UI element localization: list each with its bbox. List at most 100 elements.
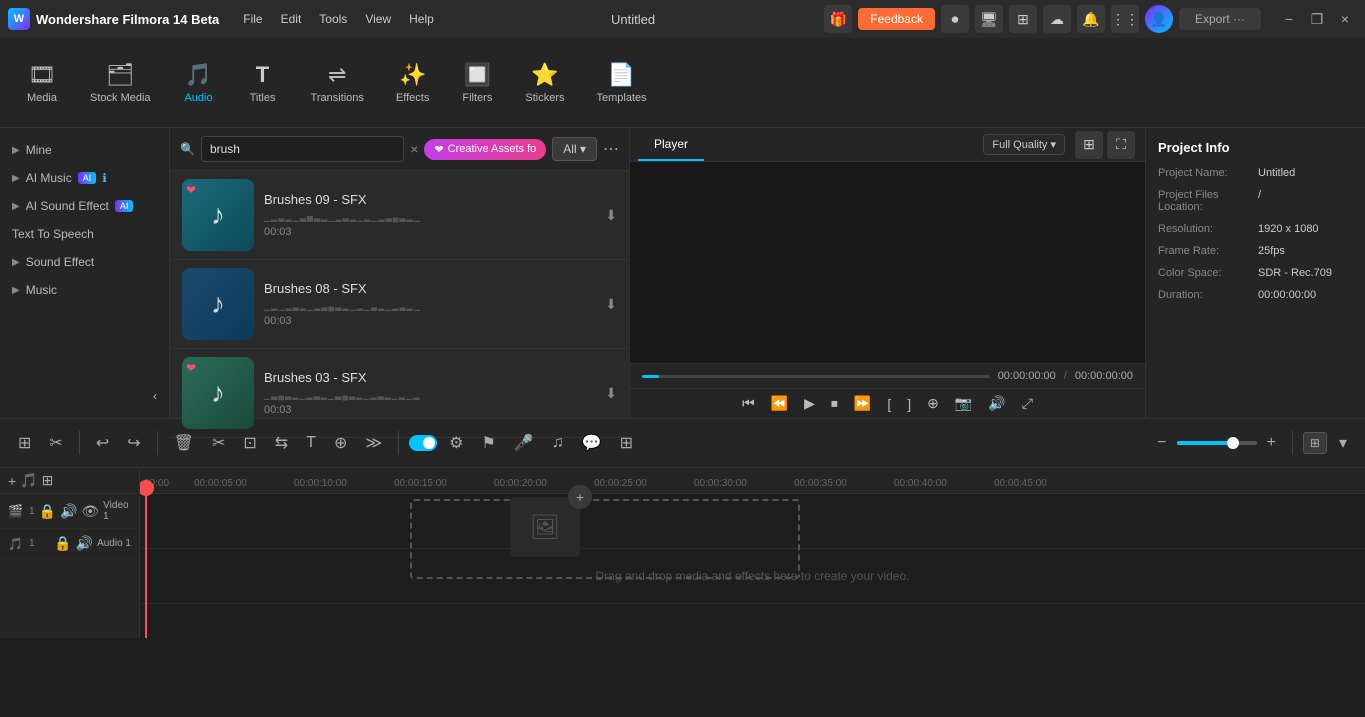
mute-audio-button[interactable]: 🔊: [76, 535, 93, 552]
tab-player[interactable]: Player: [638, 129, 704, 161]
rewind-button[interactable]: ⏮: [738, 393, 759, 414]
split-audio-button[interactable]: ⇆: [269, 429, 294, 457]
menu-help[interactable]: Help: [401, 8, 442, 30]
menu-edit[interactable]: Edit: [273, 8, 310, 30]
sidebar-item-sound-effect[interactable]: ▶ Sound Effect: [0, 248, 169, 276]
result-item-brushes03[interactable]: ❤ ♪ Brushes 03 - SFX ▁▃▄▃▂▁▂▃▂▁▃▄▃▂▁▂▃▂▁…: [170, 349, 629, 438]
crop-button[interactable]: ⊡: [237, 429, 262, 457]
result-item-brushes08[interactable]: ♪ Brushes 08 - SFX ▁▂▁▂▃▂▁▂▃▄▃▂▁▂▁▃▂▁▂▃▂…: [170, 260, 629, 349]
clip-button[interactable]: ⊕: [923, 393, 943, 414]
fullscreen-icon[interactable]: ⛶: [1107, 131, 1135, 159]
toolbar-filters-label: Filters: [462, 92, 492, 104]
screen-icon[interactable]: 🖥: [975, 5, 1003, 33]
playback-progress-bar[interactable]: [642, 375, 990, 378]
mic-button[interactable]: 🎤: [508, 429, 540, 457]
gift-icon[interactable]: 🎁: [824, 5, 852, 33]
sidebar-item-mine[interactable]: ▶ Mine: [0, 136, 169, 164]
maximize-button[interactable]: ❐: [1305, 7, 1329, 31]
zoom-out-button[interactable]: −: [1151, 430, 1172, 456]
sidebar-item-ai-sound-effect[interactable]: ▶ AI Sound Effect AI: [0, 192, 169, 220]
sidebar-item-text-to-speech[interactable]: Text To Speech: [0, 220, 169, 248]
step-forward-button[interactable]: ⏩: [850, 393, 875, 414]
sidebar-item-ai-music-label: AI Music: [26, 171, 72, 185]
timeline-mode-button[interactable]: ⊞: [42, 472, 54, 489]
step-back-button[interactable]: ⏪: [767, 393, 792, 414]
close-button[interactable]: ×: [1333, 7, 1357, 31]
sidebar-item-music[interactable]: ▶ Music: [0, 276, 169, 304]
creative-assets-badge[interactable]: ❤ Creative Assets fo: [424, 139, 546, 160]
grid-view-button[interactable]: ⊞: [1303, 432, 1327, 454]
sidebar-item-ai-music[interactable]: ▶ AI Music AI ℹ: [0, 164, 169, 192]
toolbar-stickers[interactable]: ⭐ Stickers: [511, 54, 578, 112]
download-btn-brushes09[interactable]: ⬇: [605, 207, 617, 224]
grid-options-button[interactable]: ▾: [1333, 429, 1353, 457]
ripple-button[interactable]: ✂: [43, 429, 68, 457]
play-button[interactable]: ▶: [800, 393, 819, 414]
transform-button[interactable]: ⊕: [328, 429, 353, 457]
menu-file[interactable]: File: [235, 8, 270, 30]
audio-track-row[interactable]: Drag and drop media and effects here to …: [140, 549, 1365, 604]
pip-button[interactable]: ⊞: [614, 429, 639, 457]
menu-tools[interactable]: Tools: [311, 8, 355, 30]
cut-button[interactable]: ✂: [206, 429, 231, 457]
toolbar-transitions[interactable]: ⇌ Transitions: [297, 54, 378, 112]
cloud-icon[interactable]: ☁: [1043, 5, 1071, 33]
search-input[interactable]: [201, 136, 404, 162]
volume-button[interactable]: 🔊: [984, 393, 1009, 414]
lock-audio-button[interactable]: 🔒: [54, 535, 71, 552]
menu-view[interactable]: View: [357, 8, 399, 30]
split-view-icon[interactable]: ⊞: [1075, 131, 1103, 159]
quality-dropdown[interactable]: Full Quality ▾: [983, 134, 1065, 155]
mute-video-button[interactable]: 🔊: [60, 503, 77, 520]
export-button[interactable]: Export ···: [1179, 8, 1261, 30]
search-clear-button[interactable]: ×: [410, 141, 418, 157]
more-options-button[interactable]: ⋯: [603, 139, 619, 159]
record-icon[interactable]: ⏺: [941, 5, 969, 33]
download-btn-brushes03[interactable]: ⬇: [605, 385, 617, 402]
layout-icon[interactable]: ⊞: [1009, 5, 1037, 33]
collapse-panel-btn[interactable]: ‹: [0, 382, 169, 410]
delete-button[interactable]: 🗑: [168, 429, 200, 457]
app-name: Wondershare Filmora 14 Beta: [36, 12, 219, 27]
filter-dropdown[interactable]: All ▾: [552, 137, 597, 161]
hide-video-button[interactable]: 👁: [81, 503, 99, 520]
undo-button[interactable]: ↩: [90, 429, 115, 457]
feedback-button[interactable]: Feedback: [858, 8, 935, 30]
lock-video-button[interactable]: 🔒: [39, 503, 56, 520]
toolbar-effects[interactable]: ✨ Effects: [382, 54, 443, 112]
toolbar-templates[interactable]: 📄 Templates: [582, 54, 660, 112]
snap-button[interactable]: ⊞: [12, 429, 37, 457]
snapshot-button[interactable]: 📷: [951, 393, 976, 414]
mark-out-button[interactable]: ]: [903, 394, 915, 414]
zoom-slider[interactable]: [1177, 441, 1257, 445]
playback-toggle[interactable]: [409, 435, 437, 451]
audio-track-button[interactable]: ♫: [546, 430, 570, 456]
more-tools-button[interactable]: ≫: [359, 429, 388, 457]
toolbar-filters[interactable]: 🔲 Filters: [447, 54, 507, 112]
redo-button[interactable]: ↪: [121, 429, 146, 457]
marker-button[interactable]: ⚑: [475, 429, 501, 457]
playhead[interactable]: [145, 494, 147, 638]
add-media-button[interactable]: +: [568, 485, 592, 509]
stop-button[interactable]: ⏹: [827, 393, 842, 414]
result-item-brushes09[interactable]: ❤ ♪ Brushes 09 - SFX ▁▂▃▂▁▃▅▃▂▁▂▃▂▁▂▁▂▃▄…: [170, 171, 629, 260]
more-ctrl-button[interactable]: ⤢: [1018, 393, 1037, 414]
transitions-icon: ⇌: [328, 62, 346, 88]
add-audio-track-button[interactable]: 🎵: [20, 472, 37, 489]
download-btn-brushes08[interactable]: ⬇: [605, 296, 617, 313]
mark-in-button[interactable]: [: [883, 394, 895, 414]
settings-button[interactable]: ⚙: [443, 429, 469, 457]
caption-button[interactable]: T: [300, 430, 322, 456]
toolbar-titles[interactable]: T Titles: [233, 54, 293, 112]
zoom-in-button[interactable]: +: [1261, 430, 1282, 456]
subtitle-button[interactable]: 💬: [576, 429, 608, 457]
toolbar-audio[interactable]: 🎵 Audio: [169, 54, 229, 112]
bell-icon[interactable]: 🔔: [1077, 5, 1105, 33]
avatar[interactable]: 👤: [1145, 5, 1173, 33]
toolbar-stock-media[interactable]: 🗂 Stock Media: [76, 54, 165, 112]
video-track-row[interactable]: 🖼 +: [140, 494, 1365, 549]
toolbar-media[interactable]: 🎞 Media: [12, 54, 72, 112]
add-video-track-button[interactable]: +: [8, 473, 16, 489]
minimize-button[interactable]: −: [1277, 7, 1301, 31]
apps-icon[interactable]: ⋮⋮: [1111, 5, 1139, 33]
